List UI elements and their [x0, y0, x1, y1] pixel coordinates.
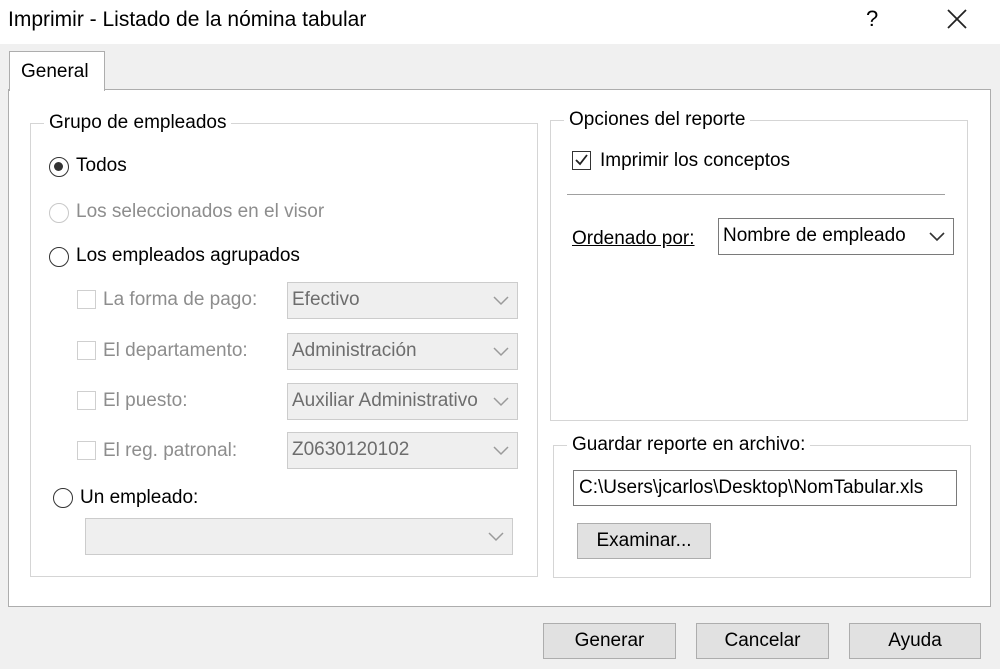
cancelar-button[interactable]: Cancelar: [696, 623, 829, 659]
checkbox-departamento[interactable]: [77, 341, 96, 360]
checkmark-icon: [575, 154, 588, 166]
guardar-reporte-legend: Guardar reporte en archivo:: [567, 434, 811, 456]
radio-agrupados[interactable]: [49, 247, 69, 267]
generar-button[interactable]: Generar: [543, 623, 676, 659]
ordenado-por-select[interactable]: Nombre de empleado: [718, 218, 954, 255]
ordenado-por-label: Ordenado por:: [572, 228, 695, 249]
tab-general-label: General: [21, 61, 89, 82]
departamento-label: El departamento:: [103, 340, 248, 361]
puesto-label: El puesto:: [103, 390, 188, 411]
tab-general[interactable]: General: [9, 51, 105, 91]
checkbox-puesto[interactable]: [77, 391, 96, 410]
chevron-down-icon: [929, 232, 945, 242]
checkbox-reg-patronal[interactable]: [77, 441, 96, 460]
close-icon[interactable]: [944, 4, 970, 34]
help-button[interactable]: ?: [866, 6, 878, 32]
puesto-select[interactable]: Auxiliar Administrativo: [287, 383, 518, 420]
chevron-down-icon: [493, 296, 509, 306]
chevron-down-icon: [493, 397, 509, 407]
radio-un-empleado[interactable]: [53, 488, 73, 508]
archivo-path-input[interactable]: C:\Users\jcarlos\Desktop\NomTabular.xls: [573, 470, 957, 506]
checkbox-imprimir-conceptos[interactable]: [572, 151, 591, 170]
window-title: Imprimir - Listado de la nómina tabular: [8, 8, 367, 31]
checkbox-forma-pago[interactable]: [77, 290, 96, 309]
examinar-button[interactable]: Examinar...: [577, 523, 711, 559]
chevron-down-icon: [488, 532, 504, 542]
tab-panel-general: Grupo de empleados Todos Los seleccionad…: [8, 89, 991, 607]
departamento-select[interactable]: Administración: [287, 333, 518, 370]
chevron-down-icon: [493, 446, 509, 456]
ayuda-button[interactable]: Ayuda: [849, 623, 981, 659]
forma-pago-select[interactable]: Efectivo: [287, 282, 518, 319]
radio-un-empleado-label[interactable]: Un empleado:: [80, 487, 198, 509]
forma-pago-label: La forma de pago:: [103, 289, 258, 310]
radio-seleccionados-label[interactable]: Los seleccionados en el visor: [76, 201, 324, 223]
reg-patronal-label: El reg. patronal:: [103, 440, 238, 461]
opciones-reporte-legend: Opciones del reporte: [564, 109, 751, 131]
imprimir-conceptos-label[interactable]: Imprimir los conceptos: [600, 150, 790, 172]
radio-agrupados-label[interactable]: Los empleados agrupados: [76, 245, 300, 267]
title-bar: Imprimir - Listado de la nómina tabular …: [0, 0, 1000, 44]
empleado-select[interactable]: [85, 518, 513, 555]
reg-patronal-select[interactable]: Z0630120102: [287, 432, 518, 469]
grupo-empleados-legend: Grupo de empleados: [44, 112, 232, 134]
chevron-down-icon: [493, 347, 509, 357]
radio-seleccionados[interactable]: [49, 203, 69, 223]
radio-todos[interactable]: [49, 157, 69, 177]
radio-todos-label[interactable]: Todos: [76, 155, 127, 177]
options-separator: [567, 194, 945, 196]
